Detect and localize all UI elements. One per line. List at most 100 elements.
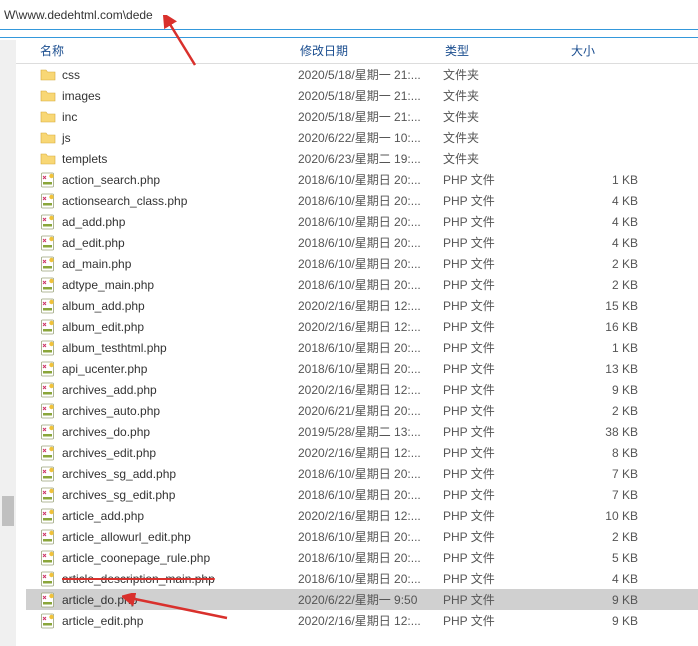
file-name: ad_edit.php	[62, 236, 125, 250]
php-file-icon	[40, 403, 56, 419]
file-type-cell: PHP 文件	[443, 507, 569, 524]
file-list-row[interactable]: article_description_main.php2018/6/10/星期…	[26, 568, 698, 589]
file-type-cell: PHP 文件	[443, 360, 569, 377]
file-list-row[interactable]: archives_do.php2019/5/28/星期二 13:...PHP 文…	[26, 421, 698, 442]
file-name: article_do.php	[62, 593, 137, 607]
file-list-row[interactable]: album_add.php2020/2/16/星期日 12:...PHP 文件1…	[26, 295, 698, 316]
file-size-cell: 5 KB	[569, 551, 698, 565]
file-size-cell: 4 KB	[569, 572, 698, 586]
file-size-cell: 9 KB	[569, 593, 698, 607]
file-type-cell: PHP 文件	[443, 318, 569, 335]
file-type-cell: PHP 文件	[443, 465, 569, 482]
file-date-cell: 2018/6/10/星期日 20:...	[298, 339, 443, 356]
file-date-cell: 2018/6/10/星期日 20:...	[298, 549, 443, 566]
file-size-cell: 2 KB	[569, 530, 698, 544]
file-size-cell: 7 KB	[569, 467, 698, 481]
file-name-cell: actionsearch_class.php	[40, 193, 298, 209]
file-name-cell: archives_add.php	[40, 382, 298, 398]
file-list-row[interactable]: archives_sg_add.php 2018/6/10/星期日 20:...P…	[26, 463, 698, 484]
file-size-cell: 10 KB	[569, 509, 698, 523]
file-list-row[interactable]: article_coonepage_rule.php2018/6/10/星期日 …	[26, 547, 698, 568]
file-list-row[interactable]: archives_add.php2020/2/16/星期日 12:...PHP …	[26, 379, 698, 400]
file-type-cell: 文件夹	[443, 150, 569, 167]
file-list-row[interactable]: action_search.php2018/6/10/星期日 20:...PHP…	[26, 169, 698, 190]
file-type-cell: PHP 文件	[443, 297, 569, 314]
file-list-row[interactable]: article_do.php2020/6/22/星期一 9:50PHP 文件9 …	[26, 589, 698, 610]
file-name-cell: css	[40, 67, 298, 83]
file-date-cell: 2020/6/23/星期二 19:...	[298, 150, 443, 167]
file-type-cell: PHP 文件	[443, 612, 569, 629]
file-list-row[interactable]: ad_edit.php2018/6/10/星期日 20:...PHP 文件4 K…	[26, 232, 698, 253]
scroll-thumb[interactable]	[2, 496, 14, 526]
file-size-cell: 9 KB	[569, 383, 698, 397]
php-file-icon	[40, 529, 56, 545]
file-list-row[interactable]: actionsearch_class.php2018/6/10/星期日 20:.…	[26, 190, 698, 211]
file-list-row[interactable]: ad_main.php2018/6/10/星期日 20:...PHP 文件2 K…	[26, 253, 698, 274]
file-type-cell: PHP 文件	[443, 213, 569, 230]
column-header-name[interactable]: 名称	[40, 42, 300, 59]
file-list-row[interactable]: archives_sg_edit.php2018/6/10/星期日 20:...…	[26, 484, 698, 505]
php-file-icon	[40, 214, 56, 230]
file-list-row[interactable]: article_add.php2020/2/16/星期日 12:...PHP 文…	[26, 505, 698, 526]
file-date-cell: 2018/6/10/星期日 20:...	[298, 276, 443, 293]
address-bar[interactable]: W\www.dedehtml.com\dede	[0, 0, 698, 30]
file-name: archives_add.php	[62, 383, 157, 397]
file-date-cell: 2020/6/22/星期一 9:50	[298, 591, 443, 608]
file-name: css	[62, 68, 80, 82]
file-name-cell: article_allowurl_edit.php	[40, 529, 298, 545]
file-type-cell: PHP 文件	[443, 381, 569, 398]
file-size-cell: 16 KB	[569, 320, 698, 334]
file-date-cell: 2018/6/10/星期日 20:...	[298, 255, 443, 272]
php-file-icon	[40, 235, 56, 251]
file-list-row[interactable]: inc2020/5/18/星期一 21:...文件夹	[26, 106, 698, 127]
file-date-cell: 2020/2/16/星期日 12:...	[298, 297, 443, 314]
file-name-cell: adtype_main.php	[40, 277, 298, 293]
file-name: js	[62, 131, 71, 145]
file-type-cell: PHP 文件	[443, 570, 569, 587]
file-name-cell: album_edit.php	[40, 319, 298, 335]
file-name: archives_sg_add.php	[62, 467, 176, 481]
file-date-cell: 2020/5/18/星期一 21:...	[298, 87, 443, 104]
file-size-cell: 1 KB	[569, 173, 698, 187]
file-list-row[interactable]: api_ucenter.php2018/6/10/星期日 20:...PHP 文…	[26, 358, 698, 379]
file-date-cell: 2020/6/21/星期日 20:...	[298, 402, 443, 419]
file-size-cell: 4 KB	[569, 215, 698, 229]
file-date-cell: 2020/2/16/星期日 12:...	[298, 318, 443, 335]
file-list-row[interactable]: adtype_main.php2018/6/10/星期日 20:...PHP 文…	[26, 274, 698, 295]
file-type-cell: PHP 文件	[443, 528, 569, 545]
file-name-cell: article_coonepage_rule.php	[40, 550, 298, 566]
file-name-cell: article_add.php	[40, 508, 298, 524]
file-type-cell: 文件夹	[443, 108, 569, 125]
file-list-row[interactable]: archives_auto.php2020/6/21/星期日 20:...PHP…	[26, 400, 698, 421]
file-name: archives_do.php	[62, 425, 150, 439]
php-file-icon	[40, 508, 56, 524]
column-header-date[interactable]: 修改日期	[300, 42, 445, 59]
column-header-type[interactable]: 类型	[445, 42, 571, 59]
file-date-cell: 2018/6/10/星期日 20:...	[298, 486, 443, 503]
vertical-scrollbar[interactable]	[0, 40, 16, 646]
php-file-icon	[40, 193, 56, 209]
file-size-cell: 9 KB	[569, 614, 698, 628]
php-file-icon	[40, 340, 56, 356]
file-name: album_testhtml.php	[62, 341, 167, 355]
file-list-row[interactable]: archives_edit.php2020/2/16/星期日 12:...PHP…	[26, 442, 698, 463]
file-date-cell: 2020/2/16/星期日 12:...	[298, 507, 443, 524]
file-type-cell: 文件夹	[443, 87, 569, 104]
file-list-row[interactable]: article_allowurl_edit.php2018/6/10/星期日 2…	[26, 526, 698, 547]
php-file-icon	[40, 466, 56, 482]
file-name-cell: ad_main.php	[40, 256, 298, 272]
file-size-cell: 1 KB	[569, 341, 698, 355]
file-date-cell: 2018/6/10/星期日 20:...	[298, 192, 443, 209]
file-date-cell: 2018/6/10/星期日 20:...	[298, 570, 443, 587]
file-list-row[interactable]: album_testhtml.php2018/6/10/星期日 20:...PH…	[26, 337, 698, 358]
file-list-row[interactable]: images2020/5/18/星期一 21:...文件夹	[26, 85, 698, 106]
file-list-row[interactable]: templets2020/6/23/星期二 19:...文件夹	[26, 148, 698, 169]
file-list-row[interactable]: js2020/6/22/星期一 10:...文件夹	[26, 127, 698, 148]
file-list-row[interactable]: article_edit.php2020/2/16/星期日 12:...PHP …	[26, 610, 698, 631]
file-list-row[interactable]: css2020/5/18/星期一 21:...文件夹	[26, 64, 698, 85]
file-list-row[interactable]: ad_add.php2018/6/10/星期日 20:...PHP 文件4 KB	[26, 211, 698, 232]
file-date-cell: 2018/6/10/星期日 20:...	[298, 465, 443, 482]
column-header-size[interactable]: 大小	[571, 42, 698, 59]
file-name: api_ucenter.php	[62, 362, 147, 376]
file-list-row[interactable]: album_edit.php2020/2/16/星期日 12:...PHP 文件…	[26, 316, 698, 337]
